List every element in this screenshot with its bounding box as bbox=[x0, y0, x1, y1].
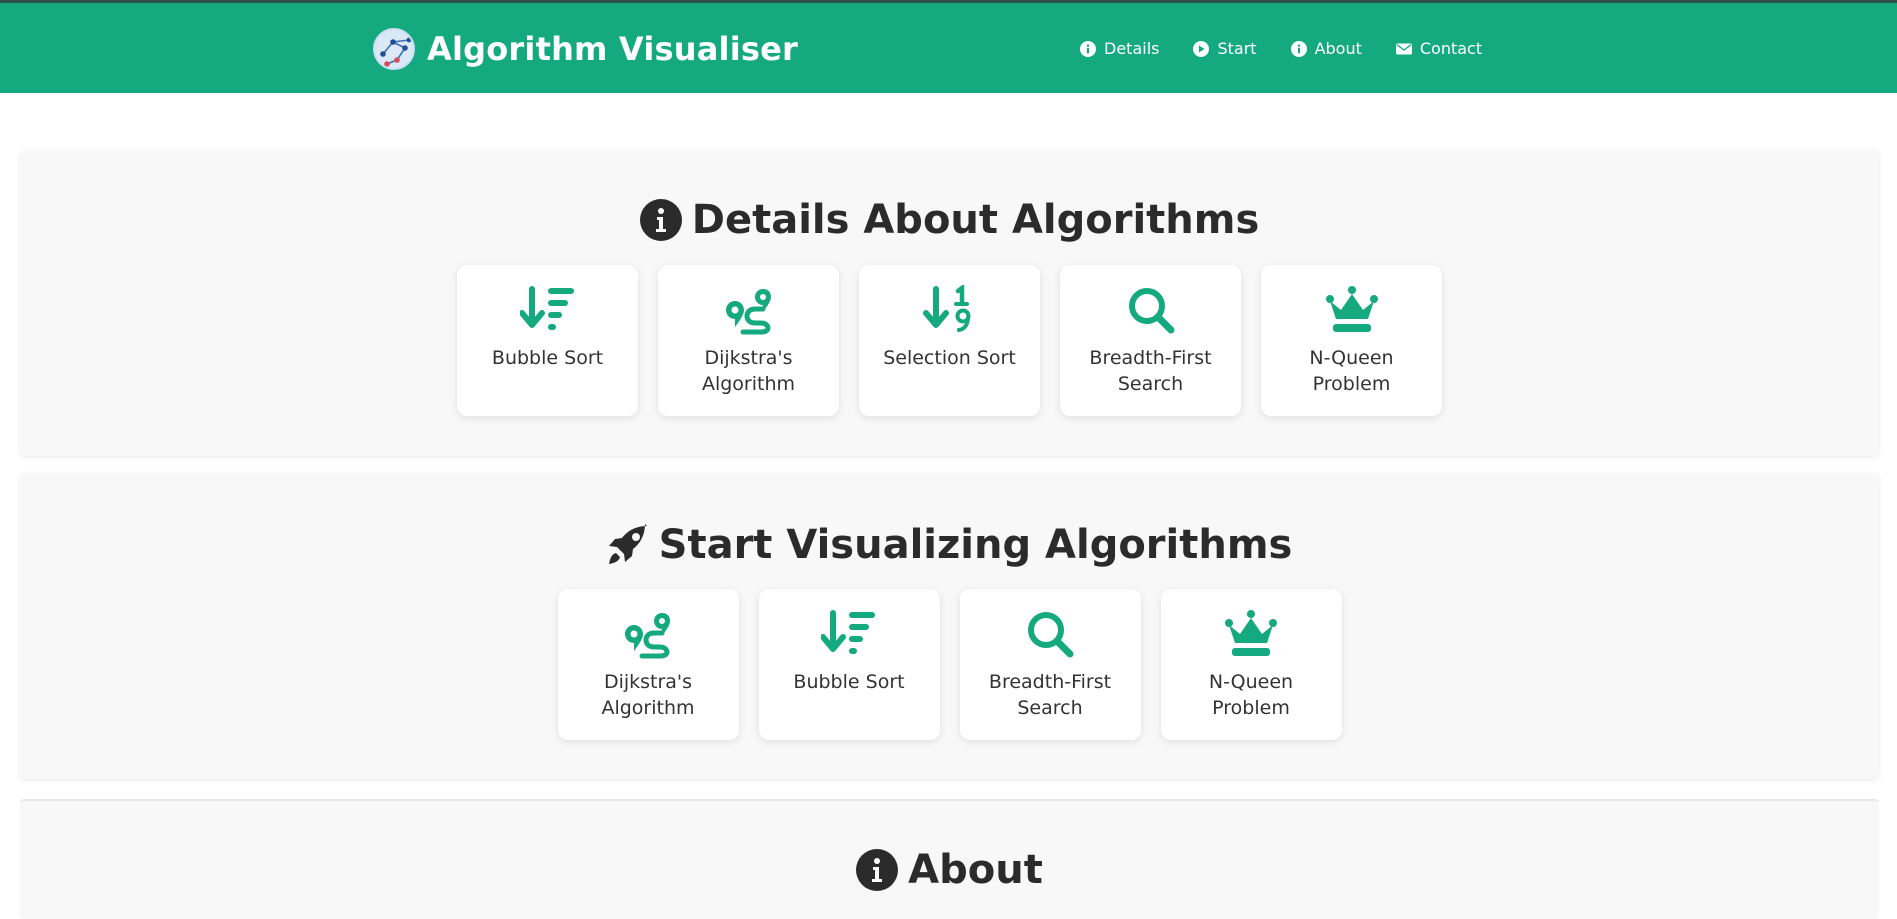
card-label: Bubble Sort bbox=[491, 347, 604, 369]
main-nav: Details Start About Contact bbox=[1080, 39, 1482, 58]
nav-about-label: About bbox=[1314, 39, 1362, 58]
nav-details-label: Details bbox=[1104, 39, 1160, 58]
info-circle-icon bbox=[640, 199, 682, 241]
details-cards: Bubble Sort Dijkstra's Algorithm Selecti… bbox=[20, 265, 1879, 416]
play-circle-icon bbox=[1193, 40, 1210, 57]
about-section: About bbox=[20, 799, 1879, 919]
nav-details[interactable]: Details bbox=[1080, 39, 1159, 58]
sort-down-lines-icon bbox=[520, 285, 576, 335]
start-card-bfs[interactable]: Breadth-First Search bbox=[959, 589, 1141, 740]
card-label: N-Queen Problem bbox=[1208, 671, 1294, 719]
nav-start-label: Start bbox=[1217, 39, 1257, 58]
rocket-icon bbox=[607, 524, 649, 566]
details-card-dijkstra[interactable]: Dijkstra's Algorithm bbox=[658, 265, 839, 416]
card-label: Breadth-First Search bbox=[1089, 347, 1212, 395]
start-title: Start Visualizing Algorithms bbox=[658, 522, 1293, 568]
card-label: Bubble Sort bbox=[793, 671, 905, 693]
card-label: Dijkstra's Algorithm bbox=[701, 347, 796, 395]
start-section: Start Visualizing Algorithms Dijkstra's … bbox=[20, 474, 1879, 779]
site-title: Algorithm Visualiser bbox=[427, 30, 798, 68]
details-card-bubble-sort[interactable]: Bubble Sort bbox=[457, 265, 638, 416]
card-label: Selection Sort bbox=[883, 347, 1016, 369]
sort-numeric-down-icon bbox=[922, 285, 978, 335]
nav-start[interactable]: Start bbox=[1193, 39, 1257, 58]
about-heading: About bbox=[20, 847, 1879, 893]
details-card-bfs[interactable]: Breadth-First Search bbox=[1060, 265, 1241, 416]
details-card-n-queen[interactable]: N-Queen Problem bbox=[1261, 265, 1442, 416]
start-cards: Dijkstra's Algorithm Bubble Sort Breadth… bbox=[20, 589, 1879, 740]
graph-logo-icon bbox=[373, 28, 415, 70]
brand[interactable]: Algorithm Visualiser bbox=[373, 28, 798, 70]
details-card-selection-sort[interactable]: Selection Sort bbox=[859, 265, 1040, 416]
start-card-n-queen[interactable]: N-Queen Problem bbox=[1160, 589, 1342, 740]
chess-queen-icon bbox=[1324, 285, 1380, 335]
nav-contact[interactable]: Contact bbox=[1395, 39, 1483, 58]
card-label: N-Queen Problem bbox=[1309, 347, 1394, 395]
magnifying-glass-icon bbox=[1123, 285, 1179, 335]
start-heading: Start Visualizing Algorithms bbox=[20, 522, 1879, 568]
details-heading: Details About Algorithms bbox=[20, 197, 1879, 243]
card-label: Dijkstra's Algorithm bbox=[601, 671, 695, 719]
start-card-dijkstra[interactable]: Dijkstra's Algorithm bbox=[557, 589, 739, 740]
nav-contact-label: Contact bbox=[1419, 39, 1483, 58]
nav-about[interactable]: About bbox=[1290, 39, 1362, 58]
sort-down-lines-icon bbox=[821, 609, 877, 659]
envelope-icon bbox=[1395, 43, 1412, 54]
magnifying-glass-icon bbox=[1022, 609, 1078, 659]
route-icon bbox=[721, 285, 777, 335]
info-circle-icon bbox=[1290, 40, 1307, 57]
info-circle-icon bbox=[1080, 40, 1096, 57]
card-label: Breadth-First Search bbox=[988, 671, 1112, 719]
route-icon bbox=[620, 609, 676, 659]
details-section: Details About Algorithms Bubble Sort Dij… bbox=[20, 151, 1879, 456]
details-title: Details About Algorithms bbox=[691, 197, 1260, 243]
start-card-bubble-sort[interactable]: Bubble Sort bbox=[758, 589, 940, 740]
about-title: About bbox=[908, 847, 1043, 893]
chess-queen-icon bbox=[1223, 609, 1279, 659]
info-circle-icon bbox=[856, 849, 898, 891]
site-header: Algorithm Visualiser Details Start About… bbox=[0, 3, 1897, 93]
